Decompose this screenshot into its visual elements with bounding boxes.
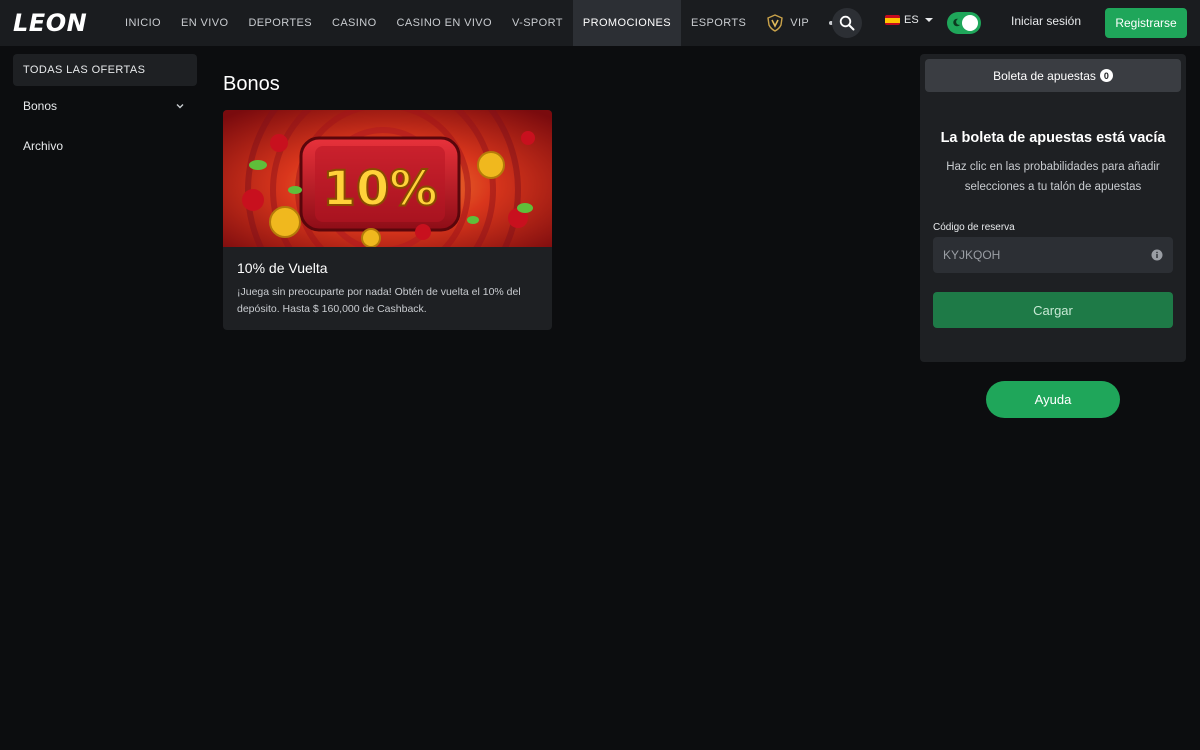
login-link[interactable]: Iniciar sesión [1000,14,1092,28]
language-code: ES [904,14,919,26]
leon-logo[interactable]: LEON [13,10,87,36]
booking-code-label: Código de reserva [933,222,1015,233]
betslip-empty-title: La boleta de apuestas está vacía [940,130,1166,146]
vip-shield-icon [767,14,783,32]
nav-item-inicio[interactable]: INICIO [115,0,171,46]
nav-item-promociones[interactable]: PROMOCIONES [572,0,682,46]
info-icon[interactable] [1151,249,1163,261]
nav-item-deportes[interactable]: DEPORTES [238,0,322,46]
promo-title: 10% de Vuelta [237,260,328,276]
main-nav: INICIO EN VIVO DEPORTES CASINO CASINO EN… [115,0,857,46]
nav-item-esports[interactable]: ESPORTS [681,0,756,46]
betslip-panel: Boleta de apuestas 0 La boleta de apuest… [920,54,1186,362]
search-button[interactable] [832,8,862,38]
nav-item-vip-label: VIP [790,17,810,29]
help-button[interactable]: Ayuda [986,381,1120,418]
betslip-tab[interactable]: Boleta de apuestas 0 [925,59,1181,92]
sidebar-item-label: Archivo [23,139,64,153]
promo-description: ¡Juega sin preocuparte por nada! Obtén d… [237,286,521,315]
promo-card[interactable]: 10% 10% de Vuelta ¡Juega sin preocuparte… [223,110,552,330]
nav-item-casino[interactable]: CASINO [322,0,387,46]
moon-icon [953,18,961,27]
nav-item-v-sport[interactable]: V-SPORT [502,0,573,46]
caret-down-icon [924,18,933,22]
chevron-down-icon [176,104,184,109]
search-icon [839,15,855,31]
promo-sidebar: TODAS LAS OFERTAS Bonos Archivo [13,54,197,166]
register-button[interactable]: Registrarse [1105,8,1187,38]
sidebar-item-bonos[interactable]: Bonos [13,86,197,126]
sidebar-item-archivo[interactable]: Archivo [13,126,197,166]
language-selector[interactable]: ES [885,14,933,26]
betslip-count-badge: 0 [1099,69,1113,82]
promo-banner-image: 10% [223,110,552,247]
nav-item-vip[interactable]: VIP [756,0,819,46]
load-button[interactable]: Cargar [933,292,1173,328]
page-title: Bonos [223,73,280,95]
booking-code-input[interactable] [933,237,1173,273]
sidebar-item-label: Bonos [23,99,58,113]
nav-item-casino-en-vivo[interactable]: CASINO EN VIVO [387,0,502,46]
toggle-knob [962,15,978,31]
spain-flag-icon [885,15,900,25]
theme-toggle[interactable] [947,12,981,34]
betslip-empty-description: Haz clic en las probabilidades para añad… [946,161,1160,193]
sidebar-item-all-offers[interactable]: TODAS LAS OFERTAS [13,54,197,86]
betslip-tab-label: Boleta de apuestas [993,68,1096,83]
promo-banner-text: 10% [323,161,438,217]
top-header: LEON INICIO EN VIVO DEPORTES CASINO CASI… [0,0,1200,46]
nav-item-en-vivo[interactable]: EN VIVO [171,0,238,46]
